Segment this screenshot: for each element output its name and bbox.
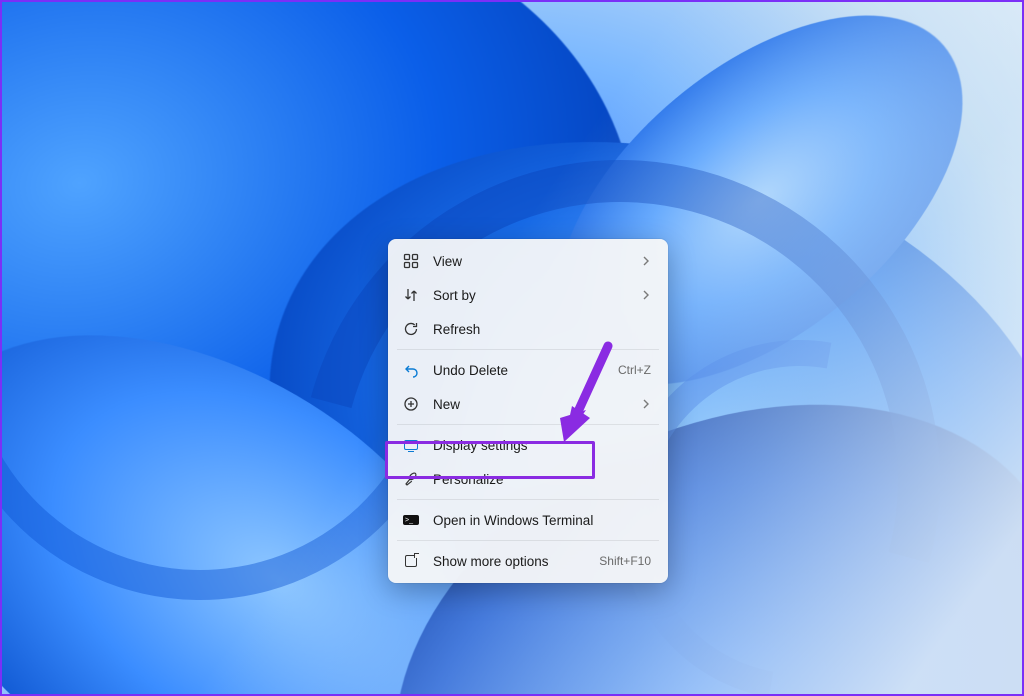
display-icon xyxy=(403,437,419,453)
menu-item-accelerator: Shift+F10 xyxy=(599,554,651,568)
menu-item-undo-delete[interactable]: Undo Delete Ctrl+Z xyxy=(393,353,663,387)
menu-item-display-settings[interactable]: Display settings xyxy=(393,428,663,462)
menu-item-new[interactable]: New xyxy=(393,387,663,421)
paint-icon xyxy=(403,471,419,487)
menu-separator xyxy=(397,349,659,350)
chevron-right-icon xyxy=(641,288,651,303)
chevron-right-icon xyxy=(641,397,651,412)
menu-separator xyxy=(397,540,659,541)
menu-item-label: New xyxy=(433,397,627,412)
new-icon xyxy=(403,396,419,412)
menu-item-view[interactable]: View xyxy=(393,244,663,278)
terminal-icon: >_ xyxy=(403,512,419,528)
menu-separator xyxy=(397,499,659,500)
menu-item-label: Show more options xyxy=(433,554,585,569)
undo-icon xyxy=(403,362,419,378)
menu-item-show-more-options[interactable]: Show more options Shift+F10 xyxy=(393,544,663,578)
desktop-context-menu: View Sort by Refresh Undo Dele xyxy=(388,239,668,583)
menu-item-label: Refresh xyxy=(433,322,651,337)
menu-item-label: Display settings xyxy=(433,438,651,453)
chevron-right-icon xyxy=(641,254,651,269)
menu-item-refresh[interactable]: Refresh xyxy=(393,312,663,346)
more-icon xyxy=(403,553,419,569)
menu-item-personalize[interactable]: Personalize xyxy=(393,462,663,496)
grid-icon xyxy=(403,253,419,269)
refresh-icon xyxy=(403,321,419,337)
menu-item-accelerator: Ctrl+Z xyxy=(618,363,651,377)
menu-separator xyxy=(397,424,659,425)
menu-item-sort[interactable]: Sort by xyxy=(393,278,663,312)
menu-item-label: Personalize xyxy=(433,472,651,487)
sort-icon xyxy=(403,287,419,303)
menu-item-label: Undo Delete xyxy=(433,363,604,378)
menu-item-label: Open in Windows Terminal xyxy=(433,513,651,528)
menu-item-label: Sort by xyxy=(433,288,627,303)
menu-item-open-terminal[interactable]: >_ Open in Windows Terminal xyxy=(393,503,663,537)
menu-item-label: View xyxy=(433,254,627,269)
